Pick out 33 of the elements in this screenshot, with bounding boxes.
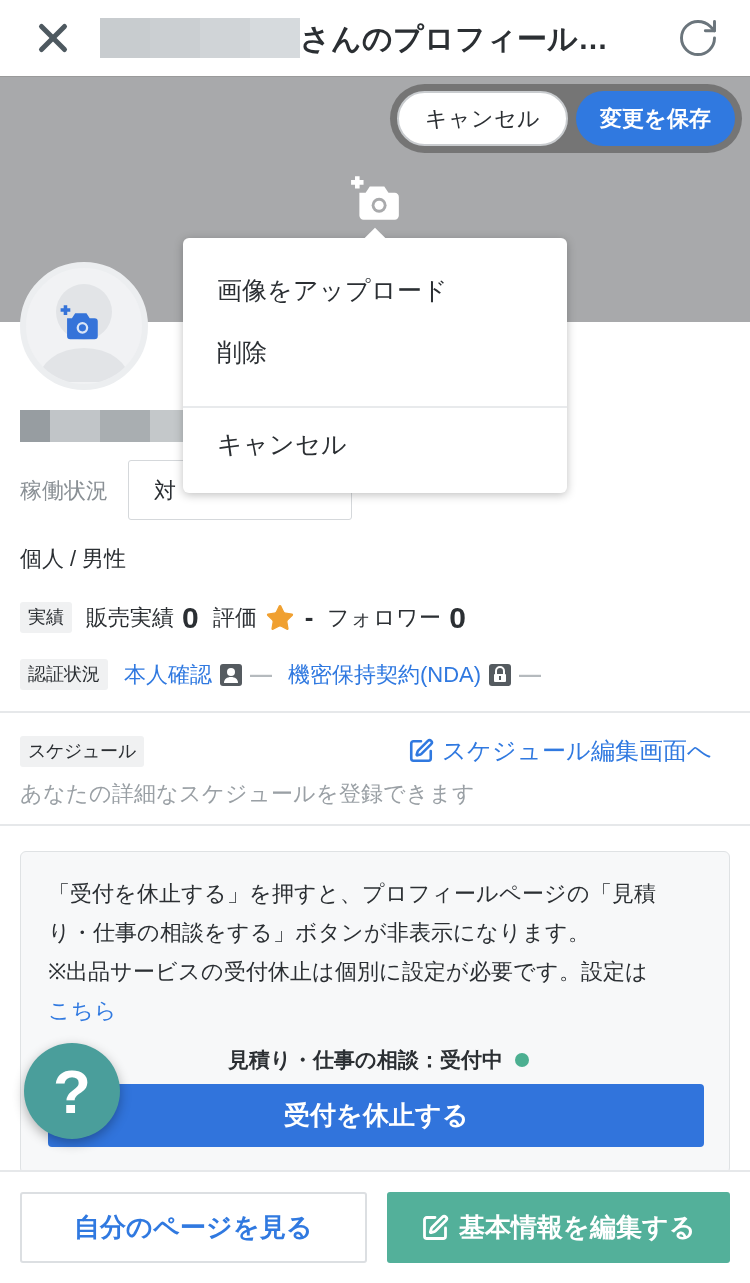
stat-value: 0 (449, 600, 467, 636)
stat-value: 0 (182, 600, 199, 636)
stat-label: 販売実績 (86, 604, 174, 632)
verification-status: — (519, 661, 542, 689)
stats-tag: 実績 (20, 602, 72, 633)
star-icon (264, 602, 295, 633)
person-badge-icon (220, 663, 242, 686)
profile-attributes: 個人 / 男性 (20, 545, 128, 573)
reception-status: 見積り・仕事の相談：受付中 (228, 1047, 503, 1073)
verification-tag: 認証状況 (20, 659, 108, 690)
menu-cancel-item[interactable]: キャンセル (183, 414, 567, 476)
verification-link[interactable]: 機密保持契約(NDA) (288, 658, 482, 691)
availability-label: 稼働状況 (20, 476, 108, 505)
notice-text: 「受付を休止する」を押すと、プロフィールページの「見積り・仕事の相談をする」ボタンが非表示になります。 ※出品サービスの受付休止は個別に設定が必要です。設定は こちら (48, 880, 657, 1025)
view-page-button[interactable]: 自分のページを見る (20, 1192, 367, 1263)
window-title: さんのプロフィール… (300, 20, 608, 57)
save-button[interactable]: 変更を保存 (576, 91, 735, 146)
stat-label: 評価 (212, 604, 257, 632)
menu-item[interactable]: 削除 (183, 322, 567, 384)
verification-status: — (250, 661, 272, 689)
verification-link[interactable]: 本人確認 (124, 658, 212, 691)
stat-label: フォロワー (327, 604, 442, 632)
cancel-button[interactable]: キャンセル (397, 91, 568, 146)
schedule-tag: スケジュール (20, 735, 144, 767)
menu-item[interactable]: 画像をアップロード (183, 260, 567, 322)
edit-profile-button[interactable]: 基本情報を編集する (387, 1192, 730, 1263)
edit-icon (421, 1213, 449, 1242)
lock-icon (489, 663, 512, 686)
schedule-edit-link[interactable]: スケジュール編集画面へ (408, 733, 712, 769)
schedule-description: あなたの詳細なスケジュールを登録できます (20, 780, 476, 808)
settings-link[interactable]: こちら (48, 998, 117, 1023)
stat-value: - (304, 601, 314, 634)
edit-icon (408, 738, 434, 764)
